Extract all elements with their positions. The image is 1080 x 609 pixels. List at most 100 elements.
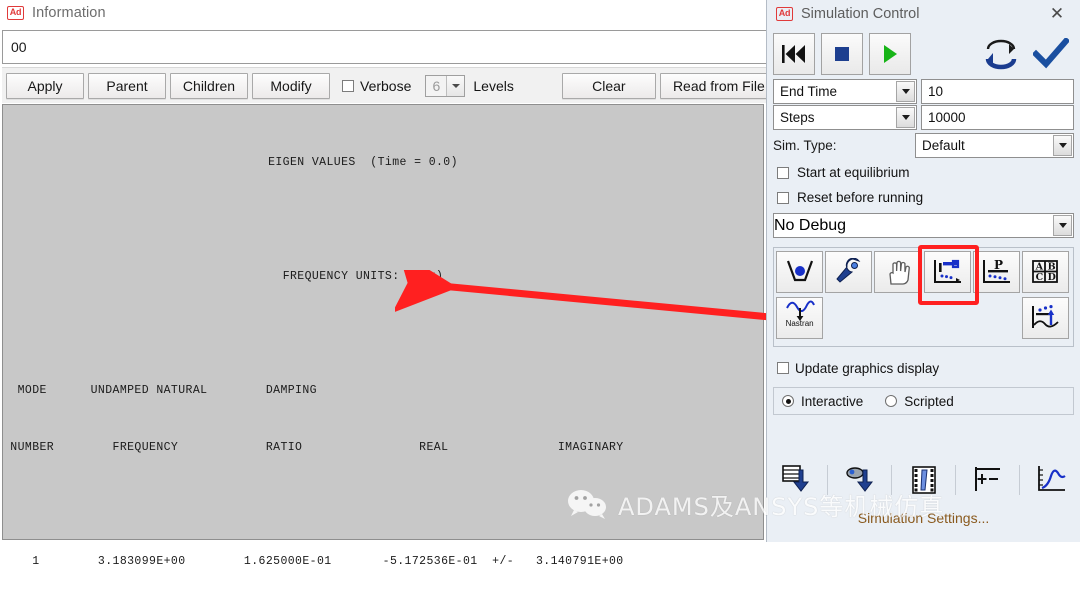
tools-row-1: P A B C D [776, 245, 1071, 305]
debug-select[interactable]: No Debug [773, 213, 1074, 238]
eigenvalue-report: EIGEN VALUES (Time = 0.0) FREQUENCY UNIT… [2, 104, 764, 568]
vibration-plot-tool[interactable] [1021, 297, 1070, 339]
svg-text:B: B [1048, 262, 1056, 273]
update-graphics-label: Update graphics display [795, 360, 940, 376]
chevron-down-icon[interactable] [1053, 134, 1072, 156]
steps-row: Steps 10000 [773, 105, 1074, 130]
save-results-icon [782, 465, 810, 492]
read-from-file-button[interactable]: Read from File [659, 72, 778, 99]
parent-button[interactable]: Parent [88, 72, 166, 99]
simulation-settings-link[interactable]: Simulation Settings... [767, 510, 1080, 532]
end-time-select[interactable]: End Time [773, 79, 917, 104]
chevron-down-icon[interactable] [1053, 215, 1072, 236]
levels-label: Levels [473, 77, 514, 94]
simulation-mode-group: Interactive Scripted [773, 387, 1074, 415]
plot-curve-button[interactable] [1028, 458, 1074, 502]
hand-manipulate-tool[interactable] [874, 251, 922, 293]
play-icon [884, 45, 897, 63]
verbose-label: Verbose [360, 77, 412, 94]
save-results-button[interactable] [773, 458, 819, 502]
checkmark-icon [1033, 38, 1069, 69]
toolbar-divider [1018, 465, 1020, 495]
plus-minus-button[interactable] [964, 458, 1010, 502]
sim-type-value: Default [922, 137, 965, 153]
stop-button[interactable] [821, 33, 863, 75]
verbose-checkbox-box[interactable] [342, 79, 354, 92]
chevron-down-icon[interactable] [446, 75, 465, 96]
sim-type-select[interactable]: Default [915, 132, 1074, 158]
start-at-equilibrium-label: Start at equilibrium [797, 165, 910, 180]
ad-icon: Ad [776, 7, 793, 21]
p-sensitivity-icon: P [983, 258, 1011, 283]
tools-row-2: Nastran [776, 297, 1071, 341]
interactive-label: Interactive [801, 393, 864, 409]
information-window-title: Information [32, 5, 106, 21]
chevron-down-icon[interactable] [896, 107, 915, 128]
interactive-radio[interactable] [782, 395, 794, 407]
scripted-label: Scripted [904, 393, 954, 409]
wrench-icon [836, 258, 861, 283]
verbose-checkbox[interactable]: Verbose [342, 78, 411, 94]
animation-film-icon [911, 466, 936, 494]
steps-input[interactable]: 10000 [921, 105, 1074, 130]
reload-results-button[interactable] [837, 458, 883, 502]
children-button[interactable]: Children [170, 72, 248, 99]
reset-button[interactable] [978, 32, 1024, 76]
stop-icon [835, 47, 849, 61]
reset-loop-icon [985, 39, 1017, 70]
simulation-player-controls [773, 30, 1074, 78]
reset-before-running-label: Reset before running [797, 190, 924, 205]
equilibrium-icon [786, 260, 813, 282]
linear-modes-tool[interactable] [917, 245, 979, 305]
toolbar-divider [827, 465, 829, 495]
levels-stepper[interactable]: 6 [425, 74, 466, 97]
clear-button[interactable]: Clear [561, 72, 656, 99]
start-at-equilibrium-checkbox[interactable]: Start at equilibrium [777, 162, 1074, 183]
scripted-radio[interactable] [885, 395, 898, 407]
sim-type-label: Sim. Type: [773, 137, 837, 153]
apply-button[interactable]: Apply [6, 72, 84, 99]
vibration-plot-icon [1032, 305, 1060, 328]
end-time-input[interactable]: 10 [921, 79, 1074, 104]
steps-select[interactable]: Steps [773, 105, 917, 130]
ad-icon: Ad [7, 6, 24, 20]
animation-button[interactable] [901, 458, 947, 502]
debug-select-value: No Debug [774, 216, 847, 234]
svg-text:A: A [1035, 262, 1044, 273]
toolbar-divider [954, 465, 956, 495]
close-icon[interactable]: ✕ [1047, 4, 1067, 24]
apply-simulation-button[interactable] [1028, 32, 1074, 76]
plot-curve-icon [1038, 466, 1066, 491]
p-sensitivity-tool[interactable]: P [972, 251, 1020, 293]
nastran-label: Nastran [785, 319, 814, 328]
reset-before-running-box[interactable] [777, 191, 789, 204]
reload-results-icon [846, 467, 873, 492]
report-heading-eigen: EIGEN VALUES (Time = 0.0) [268, 156, 458, 169]
update-graphics-box[interactable] [777, 362, 789, 374]
play-button[interactable] [869, 33, 911, 75]
simulation-control-titlebar: Ad Simulation Control ✕ [767, 0, 1080, 28]
wrench-tool[interactable] [825, 251, 873, 293]
simulation-control-title: Simulation Control [801, 6, 920, 22]
rewind-icon [782, 45, 805, 63]
modify-button[interactable]: Modify [252, 72, 330, 99]
debug-row: No Debug [773, 213, 1074, 238]
end-time-row: End Time 10 [773, 79, 1074, 104]
update-graphics-checkbox[interactable]: Update graphics display [777, 357, 1074, 379]
plus-minus-icon [975, 467, 1001, 491]
levels-value: 6 [432, 77, 441, 94]
svg-text:D: D [1048, 272, 1056, 283]
simulation-results-toolbar [773, 456, 1074, 504]
report-column-header-2: NUMBER FREQUENCY RATIO REAL IMAGINARY [3, 441, 624, 454]
nastran-export-tool[interactable]: Nastran [776, 297, 824, 339]
abcd-matrix-tool[interactable]: A B C D [1021, 251, 1070, 293]
rewind-button[interactable] [773, 33, 815, 75]
start-at-equilibrium-box[interactable] [777, 166, 789, 179]
steps-select-value: Steps [780, 110, 815, 125]
equilibrium-tool[interactable] [776, 251, 824, 293]
reset-before-running-checkbox[interactable]: Reset before running [777, 187, 1074, 208]
chevron-down-icon[interactable] [896, 81, 915, 102]
report-data-row: 1 3.183099E+00 1.625000E-01 -5.172536E-0… [3, 555, 624, 568]
hand-manipulate-icon [889, 260, 910, 285]
simulation-tools-grid: P A B C D Nastran [773, 245, 1074, 347]
